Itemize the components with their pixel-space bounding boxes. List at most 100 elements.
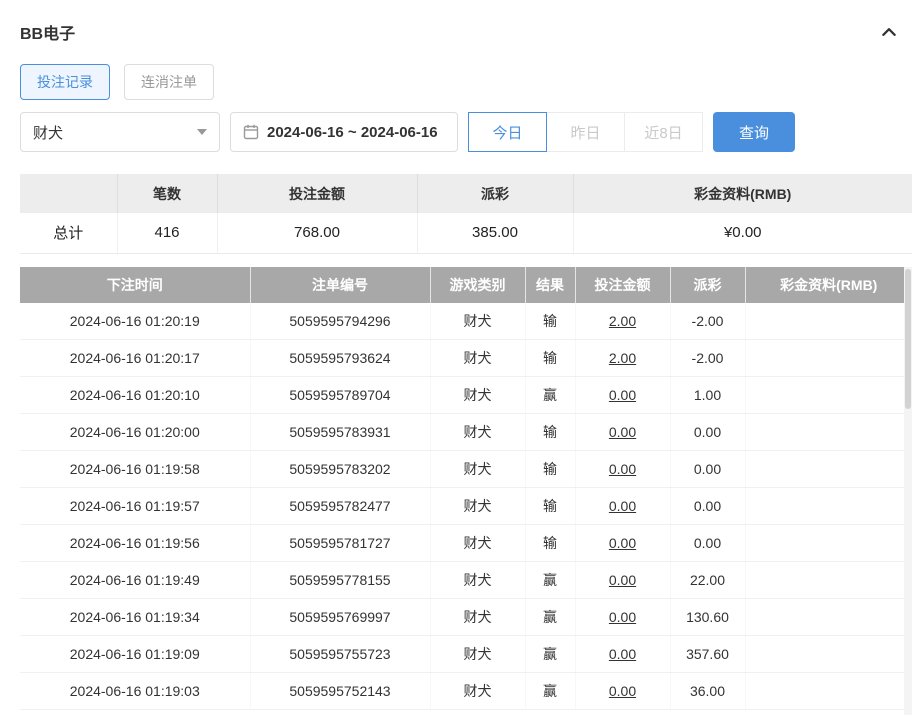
- col-bet-time: 下注时间: [20, 267, 250, 303]
- scrollbar[interactable]: [904, 267, 912, 715]
- summary-header-row: 笔数 投注金额 派彩 彩金资料(RMB): [20, 174, 912, 213]
- game-select-value: 财犬: [33, 122, 63, 143]
- col-result: 结果: [525, 267, 575, 303]
- tab-cancelled-orders[interactable]: 连消注单: [124, 64, 214, 100]
- date-range-input[interactable]: 2024-06-16 ~ 2024-06-16: [230, 112, 458, 152]
- bet-order-no: 5059595783202: [250, 451, 430, 488]
- table-row: 2024-06-16 01:19:57 5059595782477 财犬 输 0…: [20, 488, 912, 525]
- bet-bonus: [745, 673, 912, 710]
- bet-amount-link[interactable]: 2.00: [575, 340, 670, 377]
- bet-time: 2024-06-16 01:20:10: [20, 377, 250, 414]
- bet-payout: 0.00: [670, 488, 745, 525]
- chevron-up-icon[interactable]: [880, 23, 898, 41]
- bet-bonus: [745, 636, 912, 673]
- bet-amount-link[interactable]: 0.00: [575, 377, 670, 414]
- bet-game: 财犬: [430, 599, 525, 636]
- bet-order-no: 5059595778155: [250, 562, 430, 599]
- bet-result: 输: [525, 340, 575, 377]
- chevron-down-icon: [197, 129, 207, 135]
- table-row: 2024-06-16 01:19:56 5059595781727 财犬 输 0…: [20, 525, 912, 562]
- bet-time: 2024-06-16 01:19:56: [20, 525, 250, 562]
- tab-bet-records[interactable]: 投注记录: [20, 64, 110, 100]
- quick-last8days-button[interactable]: 近8日: [624, 112, 703, 152]
- bet-result: 输: [525, 303, 575, 340]
- quick-yesterday-button[interactable]: 昨日: [546, 112, 625, 152]
- bet-payout: 357.60: [670, 636, 745, 673]
- bet-amount-link[interactable]: 0.00: [575, 636, 670, 673]
- bet-result: 输: [525, 451, 575, 488]
- bet-time: 2024-06-16 01:19:34: [20, 599, 250, 636]
- bet-game: 财犬: [430, 673, 525, 710]
- col-payout: 派彩: [670, 267, 745, 303]
- bet-result: 赢: [525, 377, 575, 414]
- bet-amount-link[interactable]: 0.00: [575, 673, 670, 710]
- bet-payout: 130.60: [670, 599, 745, 636]
- quick-today-button[interactable]: 今日: [468, 112, 547, 152]
- bet-bonus: [745, 525, 912, 562]
- bet-order-no: 5059595781727: [250, 525, 430, 562]
- bet-payout: 0.00: [670, 451, 745, 488]
- bet-result: 输: [525, 525, 575, 562]
- summary-total-payout: 385.00: [417, 213, 573, 253]
- bet-table-header-row: 下注时间 注单编号 游戏类别 结果 投注金额 派彩 彩金资料(RMB): [20, 267, 912, 303]
- bet-payout: 22.00: [670, 562, 745, 599]
- bet-order-no: 5059595794296: [250, 303, 430, 340]
- bet-result: 赢: [525, 673, 575, 710]
- bet-time: 2024-06-16 01:19:58: [20, 451, 250, 488]
- col-bonus: 彩金资料(RMB): [745, 267, 912, 303]
- bet-game: 财犬: [430, 377, 525, 414]
- table-row: 2024-06-16 01:19:49 5059595778155 财犬 赢 0…: [20, 562, 912, 599]
- bet-amount-link[interactable]: 0.00: [575, 599, 670, 636]
- bet-order-no: 5059595789704: [250, 377, 430, 414]
- bet-bonus: [745, 599, 912, 636]
- bet-order-no: 5059595769997: [250, 599, 430, 636]
- table-row: 2024-06-16 01:20:10 5059595789704 财犬 赢 0…: [20, 377, 912, 414]
- bet-bonus: [745, 414, 912, 451]
- summary-header-empty: [20, 174, 117, 213]
- quick-date-group: 今日 昨日 近8日: [468, 112, 703, 152]
- panel-title: BB电子: [20, 20, 75, 44]
- bb-electronics-panel: BB电子 投注记录 连消注单 财犬 2024-06-16 ~ 2024-06-1…: [0, 0, 912, 715]
- bet-amount-link[interactable]: 0.00: [575, 451, 670, 488]
- summary-total-label: 总计: [20, 213, 117, 253]
- table-row: 2024-06-16 01:19:09 5059595755723 财犬 赢 0…: [20, 636, 912, 673]
- summary-header-payout: 派彩: [417, 174, 573, 213]
- bet-order-no: 5059595782477: [250, 488, 430, 525]
- summary-header-count: 笔数: [117, 174, 217, 213]
- table-row: 2024-06-16 01:20:00 5059595783931 财犬 输 0…: [20, 414, 912, 451]
- calendar-icon: [243, 124, 259, 140]
- bet-payout: 36.00: [670, 673, 745, 710]
- bet-bonus: [745, 303, 912, 340]
- table-row: 2024-06-16 01:20:19 5059595794296 财犬 输 2…: [20, 303, 912, 340]
- bet-game: 财犬: [430, 562, 525, 599]
- summary-total-bet-amount: 768.00: [217, 213, 417, 253]
- search-button[interactable]: 查询: [713, 112, 795, 152]
- bet-amount-link[interactable]: 0.00: [575, 488, 670, 525]
- bet-amount-link[interactable]: 0.00: [575, 525, 670, 562]
- summary-total-bonus: ¥0.00: [573, 213, 912, 253]
- bet-time: 2024-06-16 01:19:49: [20, 562, 250, 599]
- bet-result: 赢: [525, 599, 575, 636]
- game-select[interactable]: 财犬: [20, 112, 220, 152]
- bet-game: 财犬: [430, 303, 525, 340]
- bet-amount-link[interactable]: 0.00: [575, 414, 670, 451]
- scrollbar-thumb[interactable]: [905, 269, 911, 409]
- bet-game: 财犬: [430, 451, 525, 488]
- table-row: 2024-06-16 01:19:34 5059595769997 财犬 赢 0…: [20, 599, 912, 636]
- bet-time: 2024-06-16 01:19:57: [20, 488, 250, 525]
- bet-table-body: 2024-06-16 01:20:19 5059595794296 财犬 输 2…: [20, 303, 912, 710]
- bet-order-no: 5059595755723: [250, 636, 430, 673]
- bet-payout: -2.00: [670, 340, 745, 377]
- bet-game: 财犬: [430, 488, 525, 525]
- bet-time: 2024-06-16 01:19:09: [20, 636, 250, 673]
- bet-amount-link[interactable]: 0.00: [575, 562, 670, 599]
- bet-payout: 0.00: [670, 525, 745, 562]
- bet-bonus: [745, 562, 912, 599]
- panel-header: BB电子: [20, 22, 912, 42]
- bet-amount-link[interactable]: 2.00: [575, 303, 670, 340]
- summary-header-bonus: 彩金资料(RMB): [573, 174, 912, 213]
- bet-table: 下注时间 注单编号 游戏类别 结果 投注金额 派彩 彩金资料(RMB) 2024…: [20, 267, 912, 711]
- date-range-value: 2024-06-16 ~ 2024-06-16: [267, 124, 438, 141]
- summary-table: 笔数 投注金额 派彩 彩金资料(RMB) 总计 416 768.00 385.0…: [20, 174, 912, 254]
- table-row: 2024-06-16 01:20:17 5059595793624 财犬 输 2…: [20, 340, 912, 377]
